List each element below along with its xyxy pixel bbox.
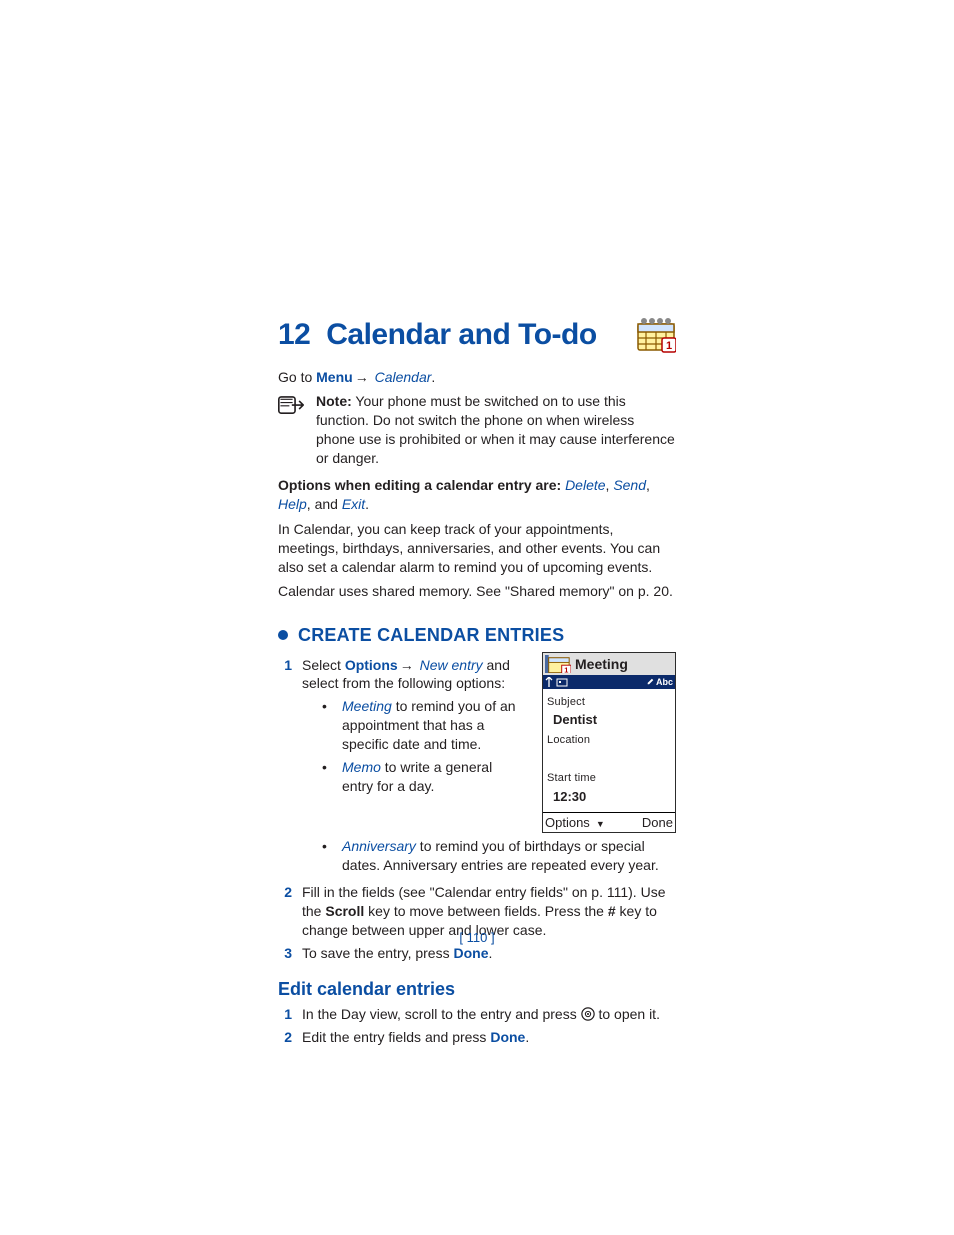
bullet-icon — [278, 630, 288, 640]
goto-dot: . — [431, 369, 435, 385]
arrow-icon: → — [355, 369, 369, 385]
starttime-label: Start time — [547, 771, 671, 786]
joypad-icon — [581, 1007, 595, 1021]
mini-calendar-icon: 1 — [545, 655, 571, 674]
svg-text:1: 1 — [564, 665, 568, 673]
softkey-left[interactable]: Options▼ — [545, 814, 605, 832]
calendar-icon: 1 — [636, 316, 676, 354]
note-text: Note: Your phone must be switched on to … — [316, 392, 676, 468]
step-number: 1 — [278, 1005, 292, 1024]
hash-key: # — [608, 903, 616, 919]
goto-prefix: Go to — [278, 369, 316, 385]
phone-titlebar: 1 Meeting — [543, 653, 675, 675]
edit-step-2: 2 Edit the entry fields and press Done. — [278, 1028, 676, 1047]
chapter-title: 12 Calendar and To-do — [278, 315, 597, 356]
caret-down-icon: ▼ — [596, 819, 605, 829]
chapter-number: 12 — [278, 318, 310, 351]
note-body: Your phone must be switched on to use th… — [316, 393, 675, 466]
pencil-icon — [647, 678, 654, 685]
opt-exit: Exit — [342, 496, 365, 512]
scroll-key: Scroll — [325, 903, 364, 919]
opt-send: Send — [613, 477, 646, 493]
location-value — [547, 748, 671, 770]
opt-help: Help — [278, 496, 307, 512]
subject-label: Subject — [547, 695, 671, 710]
page-number: [ 110 ] — [0, 929, 954, 947]
section-edit-entries: Edit calendar entries — [278, 977, 676, 1001]
phone-softkeys: Options▼ Done — [543, 812, 675, 833]
phone-screenshot: 1 Meeting Abc Subject Dentist Location — [542, 652, 676, 834]
newentry-label: New entry — [420, 657, 483, 673]
step-1-cont: Anniversary to remind you of birthdays o… — [278, 833, 676, 879]
phone-title-text: Meeting — [575, 655, 628, 674]
edit-step-1: 1 In the Day view, scroll to the entry a… — [278, 1005, 676, 1024]
done-label: Done — [453, 945, 488, 961]
chapter-header: 12 Calendar and To-do 1 — [278, 315, 676, 356]
step-1: 1 Select Options→ New entry and select f… — [278, 656, 524, 800]
options-label: Options — [345, 657, 398, 673]
entry-type-anniversary: Anniversary to remind you of birthdays o… — [322, 837, 676, 875]
phone-statusbar: Abc — [543, 675, 675, 689]
chapter-title-text: Calendar and To-do — [326, 318, 596, 351]
goto-calendar: Calendar — [375, 369, 432, 385]
step-number: 1 — [278, 656, 292, 800]
goto-menu: Menu — [316, 369, 353, 385]
section-title: CREATE CALENDAR ENTRIES — [298, 623, 564, 647]
goto-path: Go to Menu→ Calendar. — [278, 368, 676, 387]
signal-icon — [545, 677, 553, 687]
phone-mini-icon — [556, 677, 568, 687]
starttime-value: 12:30 — [547, 786, 671, 808]
input-mode: Abc — [656, 677, 673, 687]
meeting-label: Meeting — [342, 698, 392, 714]
done-label: Done — [490, 1029, 525, 1045]
options-line: Options when editing a calendar entry ar… — [278, 476, 676, 514]
anniversary-label: Anniversary — [342, 838, 416, 854]
sharedmem-para: Calendar uses shared memory. See "Shared… — [278, 582, 676, 601]
svg-text:1: 1 — [666, 340, 672, 352]
memo-label: Memo — [342, 759, 381, 775]
arrow-icon: → — [400, 657, 414, 673]
step-number: 2 — [278, 1028, 292, 1047]
subject-value: Dentist — [547, 709, 671, 731]
note-block: Note: Your phone must be switched on to … — [278, 392, 676, 468]
note-label: Note: — [316, 393, 352, 409]
intro-para: In Calendar, you can keep track of your … — [278, 520, 676, 577]
options-lead: Options when editing a calendar entry ar… — [278, 477, 565, 493]
opt-delete: Delete — [565, 477, 605, 493]
section-create-entries: CREATE CALENDAR ENTRIES — [278, 623, 676, 647]
location-label: Location — [547, 733, 671, 748]
softkey-right[interactable]: Done — [642, 814, 673, 832]
entry-type-meeting: Meeting to remind you of an appointment … — [322, 697, 524, 754]
note-icon — [278, 394, 304, 416]
entry-type-memo: Memo to write a general entry for a day. — [322, 758, 524, 796]
